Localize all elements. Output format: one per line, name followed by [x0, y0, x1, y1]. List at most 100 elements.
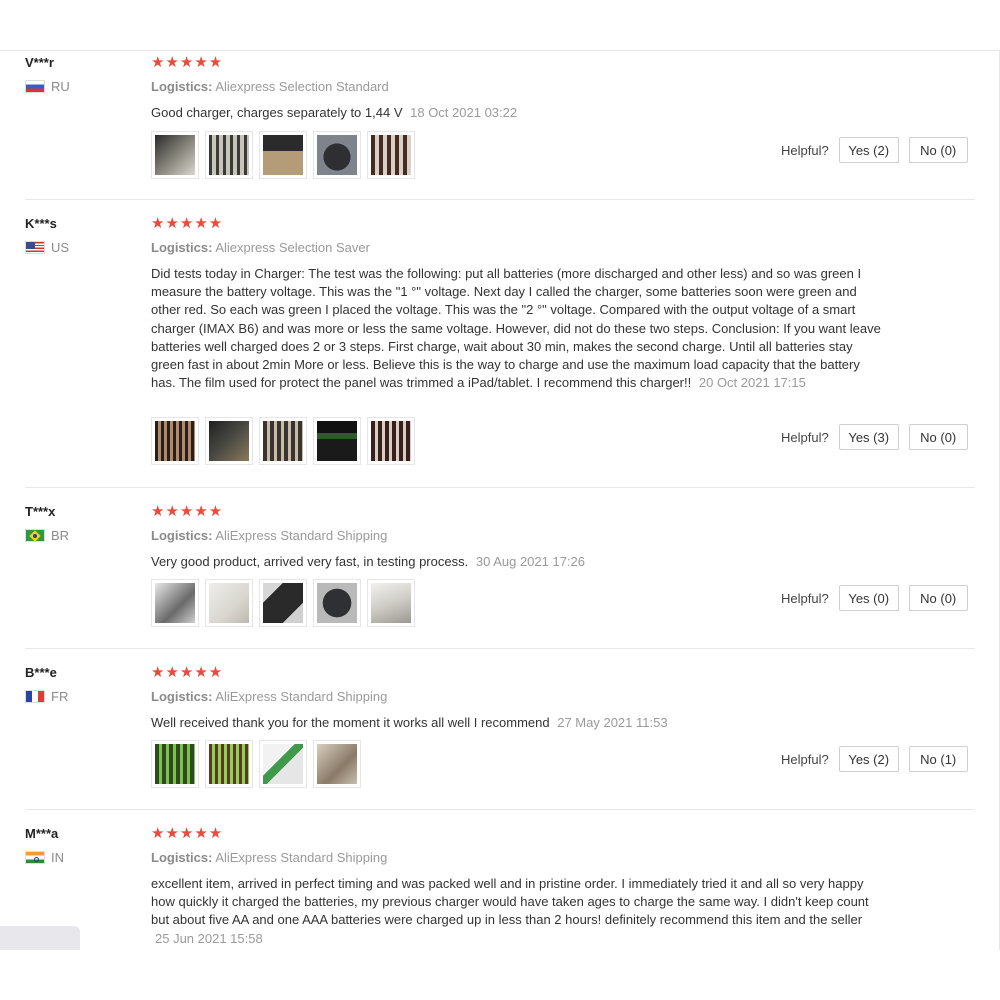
- helpful-no-button[interactable]: No (0): [908, 424, 968, 450]
- reviewer-country: RU: [25, 79, 70, 94]
- review-body: Good charger, charges separately to 1,44…: [151, 105, 403, 120]
- top-divider: [0, 50, 1000, 51]
- review-photo-thumbnail[interactable]: [367, 579, 415, 627]
- review-date: 30 Aug 2021 17:26: [475, 554, 586, 569]
- charger-slots-photo-icon: [155, 421, 195, 461]
- star-rating: ★★★★★: [151, 664, 224, 681]
- review-photo-thumbnail[interactable]: [313, 417, 361, 465]
- reviewer-name: T***x: [25, 504, 56, 519]
- charger-top-photo-icon: [371, 421, 411, 461]
- review-photo-thumbnail[interactable]: [367, 417, 415, 465]
- helpful-yes-button[interactable]: Yes (3): [838, 424, 899, 450]
- box-photo-icon: [317, 744, 357, 784]
- review-divider: [25, 648, 975, 649]
- review-divider: [25, 809, 975, 810]
- review-photo-thumbnail[interactable]: [259, 740, 307, 788]
- review-photo-thumbnail[interactable]: [259, 579, 307, 627]
- logistics-info: Logistics: AliExpress Standard Shipping: [151, 689, 387, 704]
- reviewer-name: K***s: [25, 216, 57, 231]
- usa-flag-icon: [25, 241, 45, 254]
- logistics-info: Logistics: AliExpress Standard Shipping: [151, 850, 387, 865]
- review-photo-thumbnail[interactable]: [205, 579, 253, 627]
- charger-display-photo-icon: [263, 135, 303, 175]
- reviewer-name: M***a: [25, 826, 59, 841]
- review-photo-thumbnail[interactable]: [205, 740, 253, 788]
- helpful-vote: Helpful? Yes (3) No (0): [781, 424, 968, 450]
- review-photo-thumbnail[interactable]: [151, 417, 199, 465]
- review-photos: [151, 417, 415, 465]
- batteries-row-photo-icon: [371, 135, 411, 175]
- charger-green-photo-icon: [317, 421, 357, 461]
- review-photo-thumbnail[interactable]: [313, 579, 361, 627]
- review-divider: [25, 487, 975, 488]
- country-code: IN: [51, 850, 64, 865]
- review-photo-thumbnail[interactable]: [259, 417, 307, 465]
- reviewer-country: FR: [25, 689, 68, 704]
- charger-box-photo-icon: [317, 135, 357, 175]
- floating-tab[interactable]: [0, 926, 80, 950]
- review-date: 20 Oct 2021 17:15: [698, 375, 806, 391]
- country-code: FR: [51, 689, 69, 704]
- review-text: Did tests today in Charger: The test was…: [151, 265, 881, 392]
- review-photo-thumbnail[interactable]: [151, 131, 199, 179]
- france-flag-icon: [25, 690, 45, 703]
- review-text: Well received thank you for the moment i…: [151, 714, 881, 732]
- reviewer-name: B***e: [25, 665, 57, 680]
- manual-sheet-photo-icon: [371, 583, 411, 623]
- review-photo-thumbnail[interactable]: [205, 417, 253, 465]
- review-body: Very good product, arrived very fast, in…: [151, 554, 469, 569]
- helpful-no-button[interactable]: No (1): [908, 746, 968, 772]
- brazil-flag-icon: [25, 529, 45, 542]
- helpful-label: Helpful?: [781, 751, 829, 767]
- review-photo-thumbnail[interactable]: [205, 131, 253, 179]
- review-photo-thumbnail[interactable]: [313, 131, 361, 179]
- charger-photo-icon: [155, 135, 195, 175]
- review-date: 18 Oct 2021 03:22: [410, 105, 518, 120]
- logistics-label: Logistics:: [151, 79, 213, 94]
- star-rating: ★★★★★: [151, 215, 224, 232]
- review-photo-thumbnail[interactable]: [367, 131, 415, 179]
- logistics-label: Logistics:: [151, 528, 213, 543]
- helpful-vote: Helpful? Yes (2) No (1): [781, 746, 968, 772]
- helpful-yes-button[interactable]: Yes (2): [838, 746, 899, 772]
- helpful-no-button[interactable]: No (0): [908, 137, 968, 163]
- review-photo-thumbnail[interactable]: [259, 131, 307, 179]
- helpful-label: Helpful?: [781, 142, 829, 158]
- charger-batteries-photo-icon: [263, 421, 303, 461]
- review-date: 25 Jun 2021 15:58: [155, 930, 263, 946]
- charger-desk-photo-icon: [209, 421, 249, 461]
- russia-flag-icon: [25, 80, 45, 93]
- helpful-yes-button[interactable]: Yes (0): [838, 585, 899, 611]
- charger-box-photo-icon: [317, 583, 357, 623]
- helpful-no-button[interactable]: No (0): [908, 585, 968, 611]
- helpful-vote: Helpful? Yes (2) No (0): [781, 137, 968, 163]
- review-item: K***s US ★★★★★ Logistics: Aliexpress Sel…: [0, 216, 975, 488]
- batteries-photo-icon: [209, 135, 249, 175]
- review-date: 27 May 2021 11:53: [557, 715, 668, 730]
- logistics-method: AliExpress Standard Shipping: [215, 689, 388, 704]
- manual-photo-icon: [209, 583, 249, 623]
- review-photo-thumbnail[interactable]: [151, 740, 199, 788]
- helpful-label: Helpful?: [781, 429, 829, 445]
- logistics-label: Logistics:: [151, 850, 213, 865]
- reviews-panel: V***r RU ★★★★★ Logistics: Aliexpress Sel…: [0, 0, 1000, 1000]
- logistics-info: Logistics: Aliexpress Selection Saver: [151, 240, 370, 255]
- india-flag-icon: [25, 851, 45, 864]
- review-item: M***a IN ★★★★★ Logistics: AliExpress Sta…: [0, 826, 975, 950]
- logistics-label: Logistics:: [151, 240, 213, 255]
- review-item: B***e FR ★★★★★ Logistics: AliExpress Sta…: [0, 665, 975, 810]
- logistics-method: AliExpress Standard Shipping: [215, 850, 388, 865]
- reviewer-name: V***r: [25, 55, 54, 70]
- review-photo-thumbnail[interactable]: [151, 579, 199, 627]
- review-photos: [151, 740, 361, 788]
- review-photo-thumbnail[interactable]: [313, 740, 361, 788]
- helpful-yes-button[interactable]: Yes (2): [838, 137, 899, 163]
- review-body: Well received thank you for the moment i…: [151, 715, 550, 730]
- logistics-info: Logistics: Aliexpress Selection Standard: [151, 79, 389, 94]
- review-body: Did tests today in Charger: The test was…: [151, 266, 881, 391]
- review-item: T***x BR ★★★★★ Logistics: AliExpress Sta…: [0, 504, 975, 649]
- reviewer-country: US: [25, 240, 69, 255]
- logistics-label: Logistics:: [151, 689, 213, 704]
- charger-white-photo-icon: [263, 744, 303, 784]
- charger-black-photo-icon: [263, 583, 303, 623]
